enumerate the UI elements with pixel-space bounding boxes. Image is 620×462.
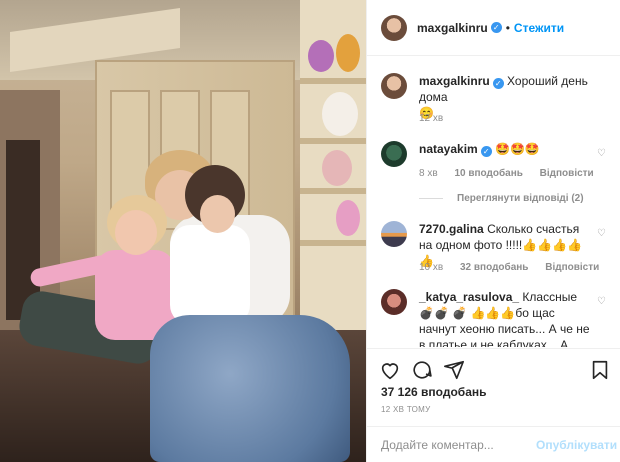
- verified-badge-icon: ✓: [490, 22, 502, 33]
- comment-likes[interactable]: 32 вподобань: [460, 262, 528, 273]
- heart-icon[interactable]: [379, 359, 401, 381]
- comment-username[interactable]: _katya_rasulova_: [419, 290, 519, 304]
- heart-icon[interactable]: ♡: [597, 149, 607, 159]
- post-photo[interactable]: [0, 0, 366, 462]
- comment-avatar[interactable]: [381, 289, 407, 315]
- photo-boy: [170, 225, 250, 325]
- comment-meta: 10 хв 32 вподобань Відповісти: [419, 262, 613, 273]
- separator-dot: •: [505, 20, 510, 35]
- heart-icon[interactable]: ♡: [597, 229, 607, 239]
- photo-toy: [336, 200, 360, 236]
- share-icon[interactable]: [443, 359, 465, 381]
- comment-avatar[interactable]: [381, 141, 407, 167]
- photo-toy: [322, 150, 352, 186]
- photo-shelf-board: [300, 240, 366, 246]
- caption-time[interactable]: 12 хв: [419, 113, 443, 124]
- photo-shelf-board: [300, 138, 366, 144]
- photo-shelf-board: [300, 188, 366, 194]
- comment-likes[interactable]: 10 вподобань: [454, 168, 522, 179]
- comment-time[interactable]: 10 хв: [419, 262, 443, 273]
- comment-avatar[interactable]: [381, 221, 407, 247]
- comment-body: 🤩🤩🤩: [495, 142, 540, 156]
- photo-boy-face: [200, 195, 235, 233]
- post-sidebar: maxgalkinru ✓ • Стежити maxgalkinru ✓ Хор…: [366, 0, 620, 462]
- caption-avatar[interactable]: [381, 73, 407, 99]
- heart-icon[interactable]: ♡: [597, 297, 607, 307]
- add-comment-bar: Опублікувати: [367, 426, 620, 462]
- likes-count[interactable]: 37 126 вподобань: [381, 385, 487, 399]
- comment-icon[interactable]: [411, 359, 433, 381]
- comment-time[interactable]: 8 хв: [419, 168, 438, 179]
- comment-text: _katya_rasulova_ Классные 💣💣 💣 👍👍👍бо щас…: [419, 289, 595, 347]
- reply-button[interactable]: Відповісти: [545, 262, 599, 273]
- view-replies-label: Переглянути відповіді (2): [457, 193, 584, 204]
- author-username[interactable]: maxgalkinru: [417, 21, 488, 35]
- comment-item: _katya_rasulova_ Классные 💣💣 💣 👍👍👍бо щас…: [381, 289, 607, 347]
- comment-text: natayakim ✓ 🤩🤩🤩: [419, 141, 595, 157]
- post-header: maxgalkinru ✓ • Стежити: [367, 0, 620, 56]
- photo-toy: [322, 92, 358, 136]
- bookmark-icon[interactable]: [589, 359, 611, 381]
- photo-toy: [308, 40, 334, 72]
- caption: maxgalkinru ✓ Хороший день дома 😊 12 хв: [381, 73, 607, 143]
- photo-toy: [336, 34, 360, 72]
- comment-username[interactable]: natayakim: [419, 142, 478, 156]
- comment-input[interactable]: [381, 437, 536, 452]
- photo-shelf-board: [300, 78, 366, 84]
- post-timestamp[interactable]: 12 ХВ ТОМУ: [381, 405, 431, 414]
- follow-button[interactable]: Стежити: [514, 21, 564, 35]
- photo-sofa: [150, 315, 350, 462]
- comment-meta: 8 хв 10 вподобань Відповісти: [419, 168, 608, 179]
- photo-girl-face: [115, 210, 157, 255]
- comment-item: natayakim ✓ 🤩🤩🤩 ♡ 8 хв 10 вподобань Відпо…: [381, 141, 607, 211]
- comments-list[interactable]: maxgalkinru ✓ Хороший день дома 😊 12 хв n…: [367, 57, 620, 347]
- caption-meta: 12 хв: [419, 113, 457, 124]
- post-actions: 37 126 вподобань 12 ХВ ТОМУ: [367, 348, 620, 428]
- author-avatar[interactable]: [381, 14, 407, 41]
- verified-badge-icon: ✓: [480, 146, 492, 157]
- verified-badge-icon: ✓: [492, 78, 504, 89]
- comment-username[interactable]: 7270.galina: [419, 222, 484, 236]
- comment-item: 7270.galina Сколько счастья на одном фот…: [381, 221, 607, 281]
- reply-button[interactable]: Відповісти: [540, 168, 594, 179]
- publish-button[interactable]: Опублікувати: [536, 438, 617, 452]
- view-replies-button[interactable]: Переглянути відповіді (2): [419, 193, 584, 204]
- caption-username[interactable]: maxgalkinru: [419, 74, 490, 88]
- replies-divider: [419, 198, 443, 199]
